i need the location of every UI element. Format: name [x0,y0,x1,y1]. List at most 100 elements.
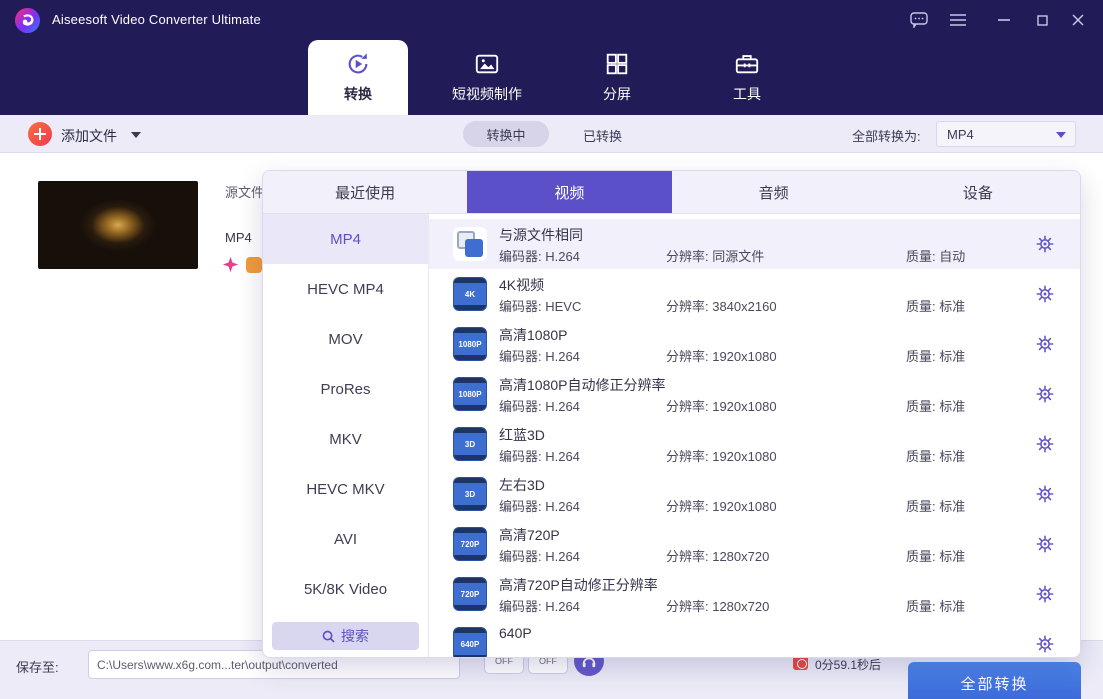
tab-recently-used[interactable]: 最近使用 [263,171,467,213]
format-picker-popup: 最近使用 视频 音频 设备 MP4 HEVC MP4 MOV ProRes MK… [262,170,1081,658]
resolution-badge-icon: 4K [453,277,487,311]
settings-gear-icon[interactable] [1036,485,1054,503]
preset-resolution: 分辨率: 1280x720 [666,546,769,565]
settings-gear-icon[interactable] [1036,235,1054,253]
preset-title: 640P [499,625,532,641]
tab-convert[interactable]: 转换 [308,40,408,115]
convert-all-button[interactable]: 全部转换 [908,662,1081,699]
resolution-badge-icon: 3D [453,477,487,511]
sidebar-item-prores[interactable]: ProRes [263,364,428,414]
preset-resolution: 分辨率: 1920x1080 [666,396,777,415]
tab-short-video-label: 短视频制作 [452,84,522,104]
search-button[interactable]: 搜索 [272,622,419,650]
countdown-text: 0分59.1秒后 [815,656,881,673]
format-preset-row[interactable]: 720P 高清720P自动修正分辨率 编码器: H.264 分辨率: 1280x… [429,569,1080,619]
format-preset-row[interactable]: 与源文件相同 编码器: H.264 分辨率: 同源文件 质量: 自动 [429,219,1080,269]
tab-device[interactable]: 设备 [876,171,1080,213]
format-popup-body: MP4 HEVC MP4 MOV ProRes MKV HEVC MKV AVI… [263,214,1080,658]
format-preset-row[interactable]: 3D 红蓝3D 编码器: H.264 分辨率: 1920x1080 质量: 标准 [429,419,1080,469]
sidebar-item-hevc-mp4[interactable]: HEVC MP4 [263,264,428,314]
close-button[interactable] [1064,0,1092,40]
edit-star-icon[interactable] [222,256,239,273]
resolution-badge-icon: 3D [453,427,487,461]
feedback-bubble-icon[interactable] [905,0,933,40]
resolution-badge-icon: 1080P [453,327,487,361]
format-preset-row[interactable]: 640P 640P [429,619,1080,658]
preset-encoder: 编码器: H.264 [499,496,580,515]
menu-hamburger-icon[interactable] [944,0,972,40]
format-popup-tabs: 最近使用 视频 音频 设备 [263,171,1080,214]
tab-split-screen-label: 分屏 [603,84,631,104]
preset-title: 4K视频 [499,275,544,295]
preset-resolution: 分辨率: 1280x720 [666,596,769,615]
sidebar-item-5k8k-video[interactable]: 5K/8K Video [263,564,428,614]
preset-title: 与源文件相同 [499,225,583,245]
preset-resolution: 分辨率: 同源文件 [666,246,764,265]
header: Aiseesoft Video Converter Ultimate [0,0,1103,115]
convert-all-to-label: 全部转换为: [852,126,921,145]
sidebar-item-hevc-mkv[interactable]: HEVC MKV [263,464,428,514]
split-screen-icon [604,51,630,77]
tab-short-video[interactable]: 短视频制作 [422,40,552,115]
preset-quality: 质量: 标准 [906,446,965,465]
preset-resolution: 分辨率: 3840x2160 [666,296,777,315]
sidebar-item-avi[interactable]: AVI [263,514,428,564]
settings-gear-icon[interactable] [1036,285,1054,303]
output-format-dropdown[interactable]: MP4 [936,121,1076,147]
output-format-value: MP4 [947,127,974,142]
resolution-badge-icon: 720P [453,527,487,561]
preset-resolution: 分辨率: 1920x1080 [666,346,777,365]
settings-gear-icon[interactable] [1036,435,1054,453]
preset-encoder: 编码器: HEVC [499,296,581,315]
add-file-button[interactable]: 添加文件 [61,126,117,146]
format-preset-list: 与源文件相同 编码器: H.264 分辨率: 同源文件 质量: 自动 4K 4K… [429,214,1080,658]
preset-quality: 质量: 标准 [906,296,965,315]
source-format-label: MP4 [225,230,252,245]
settings-gear-icon[interactable] [1036,335,1054,353]
format-preset-row[interactable]: 1080P 高清1080P自动修正分辨率 编码器: H.264 分辨率: 192… [429,369,1080,419]
preset-quality: 质量: 标准 [906,346,965,365]
preset-encoder: 编码器: H.264 [499,246,580,265]
source-file-label: 源文件 [225,182,264,201]
sidebar-item-mp4[interactable]: MP4 [263,214,428,264]
resolution-badge-icon: 640P [453,627,487,658]
preset-title: 高清720P [499,525,560,545]
filter-converted[interactable]: 已转换 [583,126,622,145]
tab-convert-label: 转换 [344,84,372,104]
settings-gear-icon[interactable] [1036,535,1054,553]
save-to-label: 保存至: [16,657,59,676]
app-window: Aiseesoft Video Converter Ultimate [0,0,1103,699]
format-preset-row[interactable]: 720P 高清720P 编码器: H.264 分辨率: 1280x720 质量:… [429,519,1080,569]
preset-encoder: 编码器: H.264 [499,596,580,615]
settings-gear-icon[interactable] [1036,385,1054,403]
tab-toolbox-label: 工具 [733,84,761,104]
sidebar-item-mkv[interactable]: MKV [263,414,428,464]
video-thumbnail[interactable] [38,181,198,269]
titlebar: Aiseesoft Video Converter Ultimate [0,0,1103,40]
format-preset-row[interactable]: 1080P 高清1080P 编码器: H.264 分辨率: 1920x1080 … [429,319,1080,369]
video-maker-icon [474,51,500,77]
format-preset-row[interactable]: 3D 左右3D 编码器: H.264 分辨率: 1920x1080 质量: 标准 [429,469,1080,519]
settings-gear-icon[interactable] [1036,635,1054,653]
preset-quality: 质量: 自动 [906,246,965,265]
preset-quality: 质量: 标准 [906,396,965,415]
maximize-button[interactable] [1028,0,1056,40]
preset-encoder: 编码器: H.264 [499,546,580,565]
format-preset-row[interactable]: 4K 4K视频 编码器: HEVC 分辨率: 3840x2160 质量: 标准 [429,269,1080,319]
settings-gear-icon[interactable] [1036,585,1054,603]
add-file-plus-icon[interactable] [28,122,52,146]
preset-resolution: 分辨率: 1920x1080 [666,446,777,465]
tab-split-screen[interactable]: 分屏 [572,40,662,115]
toolbar: 添加文件 转换中 已转换 全部转换为: MP4 [0,115,1103,153]
tab-video[interactable]: 视频 [467,171,671,213]
minimize-button[interactable] [990,0,1018,40]
same-as-source-icon [453,227,487,261]
filter-converting[interactable]: 转换中 [463,121,549,147]
tab-toolbox[interactable]: 工具 [702,40,792,115]
clip-tool-icon[interactable] [246,257,262,273]
tab-audio[interactable]: 音频 [672,171,876,213]
add-file-dropdown-caret[interactable] [131,132,141,138]
toolbox-icon [734,51,760,77]
preset-title: 高清1080P自动修正分辨率 [499,375,665,395]
sidebar-item-mov[interactable]: MOV [263,314,428,364]
